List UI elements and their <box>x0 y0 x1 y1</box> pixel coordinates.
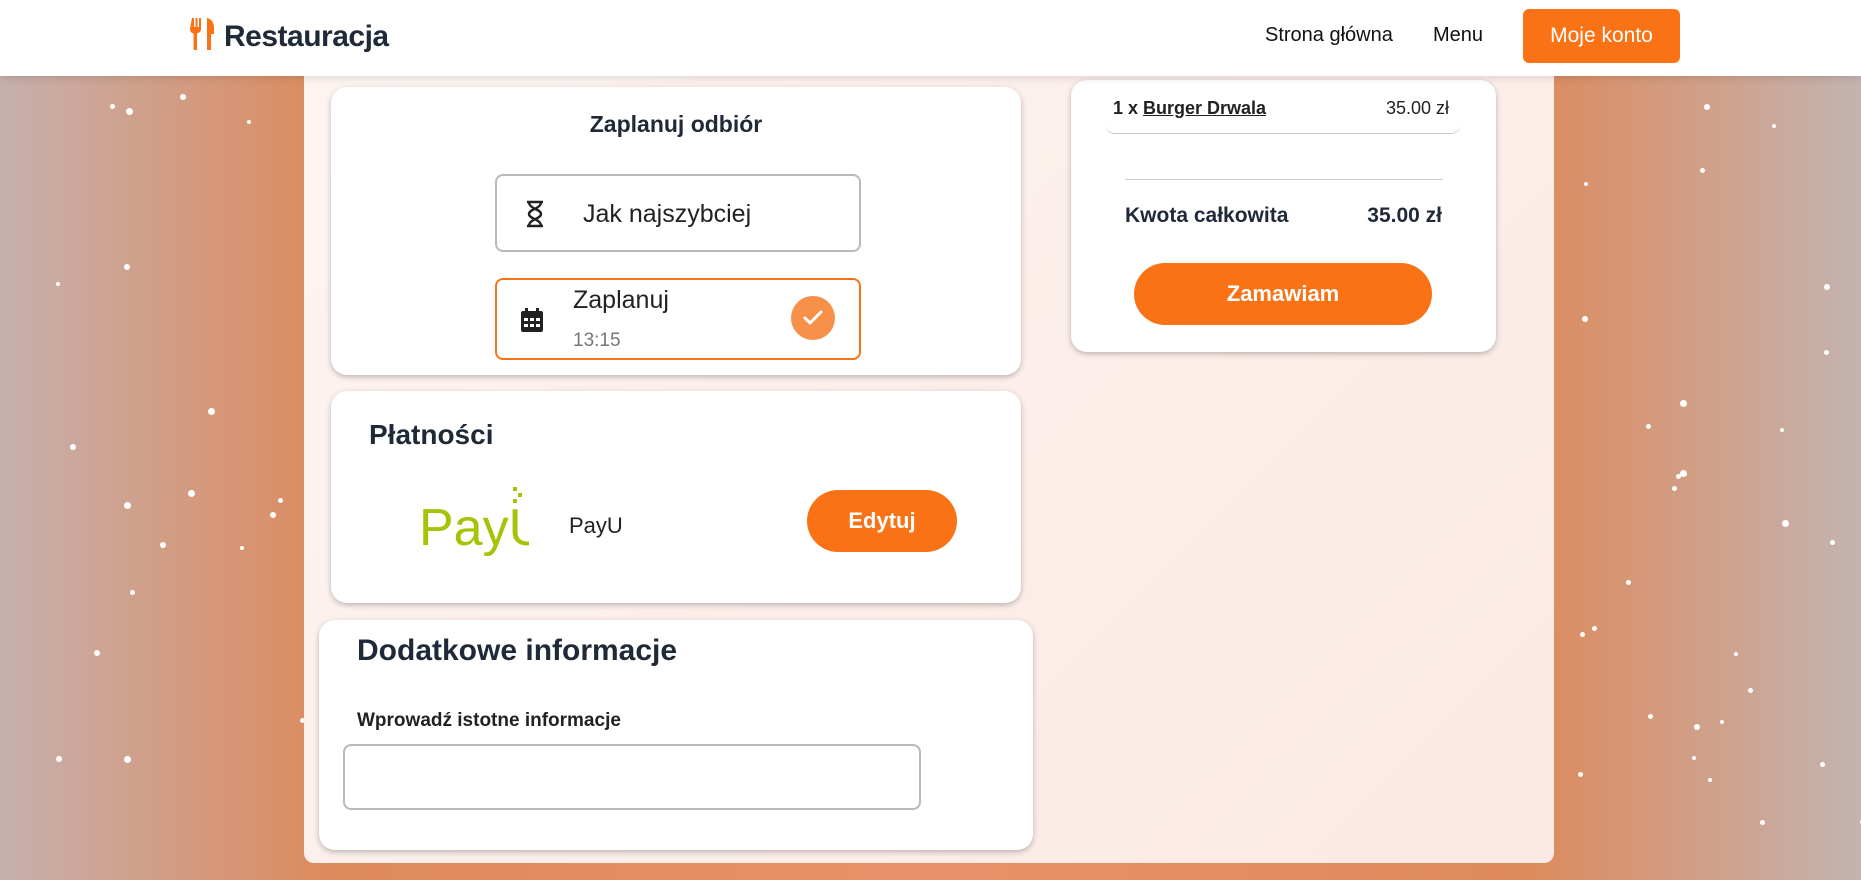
pickup-card: Zaplanuj odbiór Jak najszybciej Zaplanuj… <box>331 87 1021 375</box>
particle-dot <box>1592 626 1597 631</box>
particle-dot <box>1680 470 1687 477</box>
order-summary-card: 1 x Burger Drwala 35.00 zł Kwota całkowi… <box>1071 80 1496 352</box>
particle-dot <box>1578 772 1583 777</box>
particle-dot <box>1748 688 1753 693</box>
svg-text:PayU: PayU <box>419 499 529 557</box>
particle-dot <box>208 408 215 415</box>
particle-dot <box>124 756 131 763</box>
particle-dot <box>270 512 276 518</box>
total-label: Kwota całkowita <box>1125 204 1289 227</box>
particle-dot <box>130 590 135 595</box>
additional-info-card: Dodatkowe informacje Wprowadź istotne in… <box>319 620 1033 850</box>
particle-dot <box>1734 652 1738 656</box>
particle-dot <box>1676 474 1681 479</box>
particle-dot <box>70 444 76 450</box>
additional-info-label: Wprowadź istotne informacje <box>357 710 621 731</box>
additional-info-title: Dodatkowe informacje <box>357 634 678 667</box>
order-item-name-link[interactable]: Burger Drwala <box>1143 98 1266 119</box>
order-item-row: 1 x Burger Drwala 35.00 zł <box>1105 96 1461 134</box>
particle-dot <box>1580 632 1585 637</box>
particle-dot <box>1648 714 1653 719</box>
schedule-time: 13:15 <box>573 330 621 351</box>
total-value: 35.00 zł <box>1367 204 1442 227</box>
payments-title: Płatności <box>369 419 494 450</box>
schedule-label: Zaplanuj <box>573 286 669 314</box>
particle-dot <box>1824 284 1830 290</box>
hourglass-icon <box>525 200 545 233</box>
particle-dot <box>94 650 100 656</box>
particle-dot <box>1700 168 1705 173</box>
selected-check-icon <box>791 296 835 340</box>
particle-dot <box>1708 778 1712 782</box>
particle-dot <box>126 108 133 115</box>
payment-method-name: PayU <box>569 513 623 538</box>
particle-dot <box>1760 820 1765 825</box>
particle-dot <box>124 264 130 270</box>
particle-dot <box>160 542 166 548</box>
particle-dot <box>240 546 244 550</box>
particle-dot <box>1782 520 1789 527</box>
order-item-price: 35.00 zł <box>1385 98 1449 118</box>
particle-dot <box>1680 400 1687 407</box>
summary-divider <box>1125 179 1443 180</box>
payments-card: Płatności PayU PayU Edytuj <box>331 391 1021 603</box>
particle-dot <box>1830 540 1835 545</box>
brand-name: Restauracja <box>224 19 389 53</box>
particle-dot <box>1692 756 1696 760</box>
particle-dot <box>1772 124 1776 128</box>
place-order-button[interactable]: Zamawiam <box>1134 263 1432 325</box>
top-navbar: Restauracja Strona główna Menu Moje kont… <box>0 0 1861 76</box>
particle-dot <box>1672 486 1677 491</box>
pickup-option-schedule[interactable]: Zaplanuj 13:15 <box>495 278 861 360</box>
particle-dot <box>124 502 131 509</box>
particle-dot <box>188 490 195 497</box>
nav-home-link[interactable]: Strona główna <box>1265 24 1393 47</box>
additional-info-input[interactable] <box>343 744 921 810</box>
particle-dot <box>56 282 60 286</box>
calendar-icon <box>521 308 543 337</box>
particle-dot <box>180 94 186 100</box>
order-item-qty: 1 x <box>1113 98 1139 118</box>
particle-dot <box>1694 724 1700 730</box>
particle-dot <box>1824 350 1829 355</box>
particle-dot <box>1820 762 1825 767</box>
payu-logo: PayU <box>419 485 546 559</box>
particle-dot <box>1582 316 1588 322</box>
particle-dot <box>110 104 115 109</box>
particle-dot <box>1626 580 1631 585</box>
pickup-option-asap[interactable]: Jak najszybciej <box>495 174 861 252</box>
particle-dot <box>247 120 251 124</box>
particle-dot <box>1780 428 1784 432</box>
edit-payment-button[interactable]: Edytuj <box>807 490 957 552</box>
particle-dot <box>1720 720 1724 724</box>
asap-label: Jak najszybciej <box>583 200 752 228</box>
particle-dot <box>278 498 283 503</box>
my-account-button[interactable]: Moje konto <box>1523 9 1680 63</box>
particle-dot <box>1584 182 1588 186</box>
pickup-title: Zaplanuj odbiór <box>589 111 763 137</box>
particle-dot <box>1646 424 1651 429</box>
fork-knife-icon <box>190 18 216 55</box>
brand-logo[interactable]: Restauracja <box>190 18 389 55</box>
particle-dot <box>1704 104 1710 110</box>
nav-menu-link[interactable]: Menu <box>1433 24 1483 47</box>
particle-dot <box>56 756 62 762</box>
